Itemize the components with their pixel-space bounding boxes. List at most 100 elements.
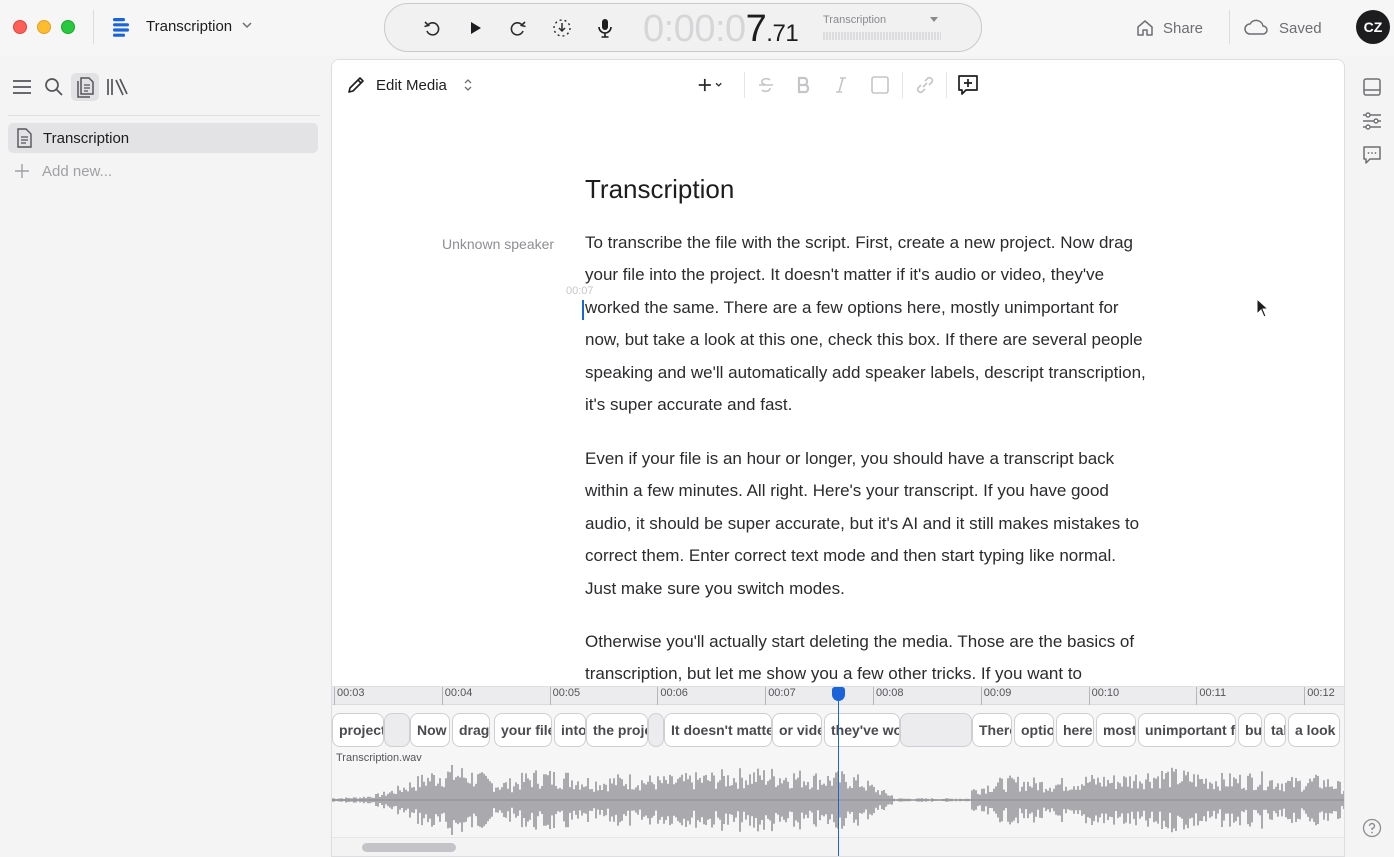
- panel-icon: [1363, 78, 1381, 96]
- help-icon[interactable]: [1362, 818, 1382, 838]
- scrollbar-thumb[interactable]: [362, 843, 456, 852]
- compositions-button[interactable]: [71, 73, 99, 101]
- menu-button[interactable]: [8, 73, 36, 101]
- settings-button[interactable]: [1360, 109, 1384, 133]
- speaker-label[interactable]: Unknown speaker: [442, 236, 554, 252]
- ruler-tick: 00:08: [873, 687, 904, 705]
- add-comment-button[interactable]: [955, 72, 981, 98]
- share-button[interactable]: Share: [1135, 14, 1203, 42]
- highlight-box-icon: [871, 76, 889, 94]
- play-button[interactable]: [463, 16, 487, 40]
- project-title[interactable]: Transcription: [146, 18, 232, 35]
- audio-source-select[interactable]: Transcription: [823, 14, 886, 26]
- library-button[interactable]: [103, 73, 131, 101]
- rewind-icon: [424, 21, 440, 36]
- transcript-paragraph[interactable]: Otherwise you'll actually start deleting…: [585, 626, 1150, 691]
- silence-gap[interactable]: [384, 713, 410, 747]
- word-block[interactable]: they've worked: [824, 713, 900, 747]
- divider: [1229, 10, 1230, 44]
- word-block[interactable]: Now: [410, 713, 450, 747]
- word-block[interactable]: drag: [452, 713, 490, 747]
- ruler-tick: 00:05: [549, 687, 580, 705]
- home-icon: [1137, 20, 1153, 36]
- rewind-button[interactable]: [420, 16, 444, 40]
- editor-panel: Edit Media Transcription Unknown speaker…: [331, 59, 1345, 857]
- edit-mode-label: Edit Media: [376, 76, 447, 94]
- forward-button[interactable]: [506, 16, 530, 40]
- word-block[interactable]: take: [1264, 713, 1286, 747]
- playhead[interactable]: [838, 687, 839, 856]
- document-title[interactable]: Transcription: [585, 174, 734, 205]
- saved-label: Saved: [1279, 19, 1322, 37]
- time-marker: 00:07: [566, 285, 594, 297]
- updown-chevron-icon: [464, 79, 472, 91]
- ruler-tick: 00:07: [765, 687, 796, 705]
- sidebar-item-transcription[interactable]: Transcription: [8, 123, 318, 153]
- add-new-button[interactable]: Add new...: [14, 160, 112, 182]
- timecode-display: 0:00:07.71: [643, 8, 799, 51]
- transport-bar: 0:00:07.71 Transcription: [384, 3, 982, 52]
- transcript-paragraph[interactable]: To transcribe the file with the script. …: [585, 227, 1150, 421]
- highlight-button[interactable]: [867, 72, 893, 98]
- bold-button[interactable]: [791, 72, 817, 98]
- word-block[interactable]: unimportant for: [1138, 713, 1236, 747]
- word-block[interactable]: project: [332, 713, 384, 747]
- save-status[interactable]: Saved: [1243, 14, 1322, 42]
- plus-icon: [15, 164, 29, 178]
- title-bar: Transcription 0:00:07.71 Transcription S…: [0, 0, 1394, 56]
- comments-button[interactable]: [1360, 143, 1384, 167]
- edit-mode-select[interactable]: Edit Media: [346, 74, 473, 96]
- word-block[interactable]: here: [1056, 713, 1094, 747]
- right-rail: [1346, 56, 1394, 857]
- insert-button[interactable]: [697, 72, 723, 98]
- track-label: Transcription.wav: [336, 752, 422, 764]
- ruler-tick: 00:03: [334, 687, 365, 705]
- search-button[interactable]: [40, 73, 68, 101]
- word-block[interactable]: but: [1238, 713, 1262, 747]
- word-block[interactable]: your file: [494, 713, 552, 747]
- hamburger-icon: [13, 80, 31, 94]
- word-block[interactable]: a look: [1288, 713, 1340, 747]
- window-close-button[interactable]: [13, 20, 27, 34]
- word-block[interactable]: or video: [772, 713, 822, 747]
- properties-panel-button[interactable]: [1360, 75, 1384, 99]
- word-block[interactable]: There: [972, 713, 1012, 747]
- play-icon: [471, 22, 481, 34]
- document-icon: [17, 128, 32, 148]
- silence-gap[interactable]: [900, 713, 972, 747]
- word-block[interactable]: mostly: [1096, 713, 1136, 747]
- playhead-handle[interactable]: [832, 687, 845, 701]
- pencil-icon: [348, 77, 364, 93]
- documents-icon: [77, 77, 94, 98]
- comment-icon: [1363, 146, 1381, 164]
- strikethrough-button[interactable]: [753, 72, 779, 98]
- word-block[interactable]: It doesn't matter: [664, 713, 772, 747]
- word-block[interactable]: the project: [586, 713, 648, 747]
- add-new-label: Add new...: [42, 162, 113, 180]
- chevron-down-icon[interactable]: [241, 19, 253, 31]
- caret-down-icon[interactable]: [930, 16, 938, 24]
- sparkle-loop-icon: [553, 19, 571, 37]
- library-icon: [107, 78, 128, 96]
- silence-gap[interactable]: [648, 713, 664, 747]
- text-caret: [582, 300, 584, 320]
- sliders-icon: [1363, 112, 1381, 130]
- record-button[interactable]: [593, 16, 617, 40]
- link-icon: [916, 76, 934, 94]
- word-block[interactable]: options: [1014, 713, 1054, 747]
- link-button[interactable]: [912, 72, 938, 98]
- transcript-paragraph[interactable]: Even if your file is an hour or longer, …: [585, 443, 1150, 605]
- window-maximize-button[interactable]: [61, 20, 75, 34]
- loop-button[interactable]: [550, 16, 574, 40]
- strikethrough-icon: [759, 77, 773, 93]
- window-minimize-button[interactable]: [37, 20, 51, 34]
- timecode-fraction: .71: [766, 20, 799, 47]
- avatar[interactable]: CZ: [1356, 10, 1390, 44]
- timecode-dim: 0:00:0: [643, 8, 746, 50]
- ruler-tick: 00:10: [1088, 687, 1119, 705]
- ruler-tick: 00:06: [657, 687, 688, 705]
- italic-button[interactable]: [828, 72, 854, 98]
- timeline[interactable]: 00:03 00:04 00:05 00:06 00:07 00:08 00:09 00:10…: [332, 686, 1344, 856]
- word-block[interactable]: into: [554, 713, 586, 747]
- plus-dropdown-icon: [698, 78, 722, 92]
